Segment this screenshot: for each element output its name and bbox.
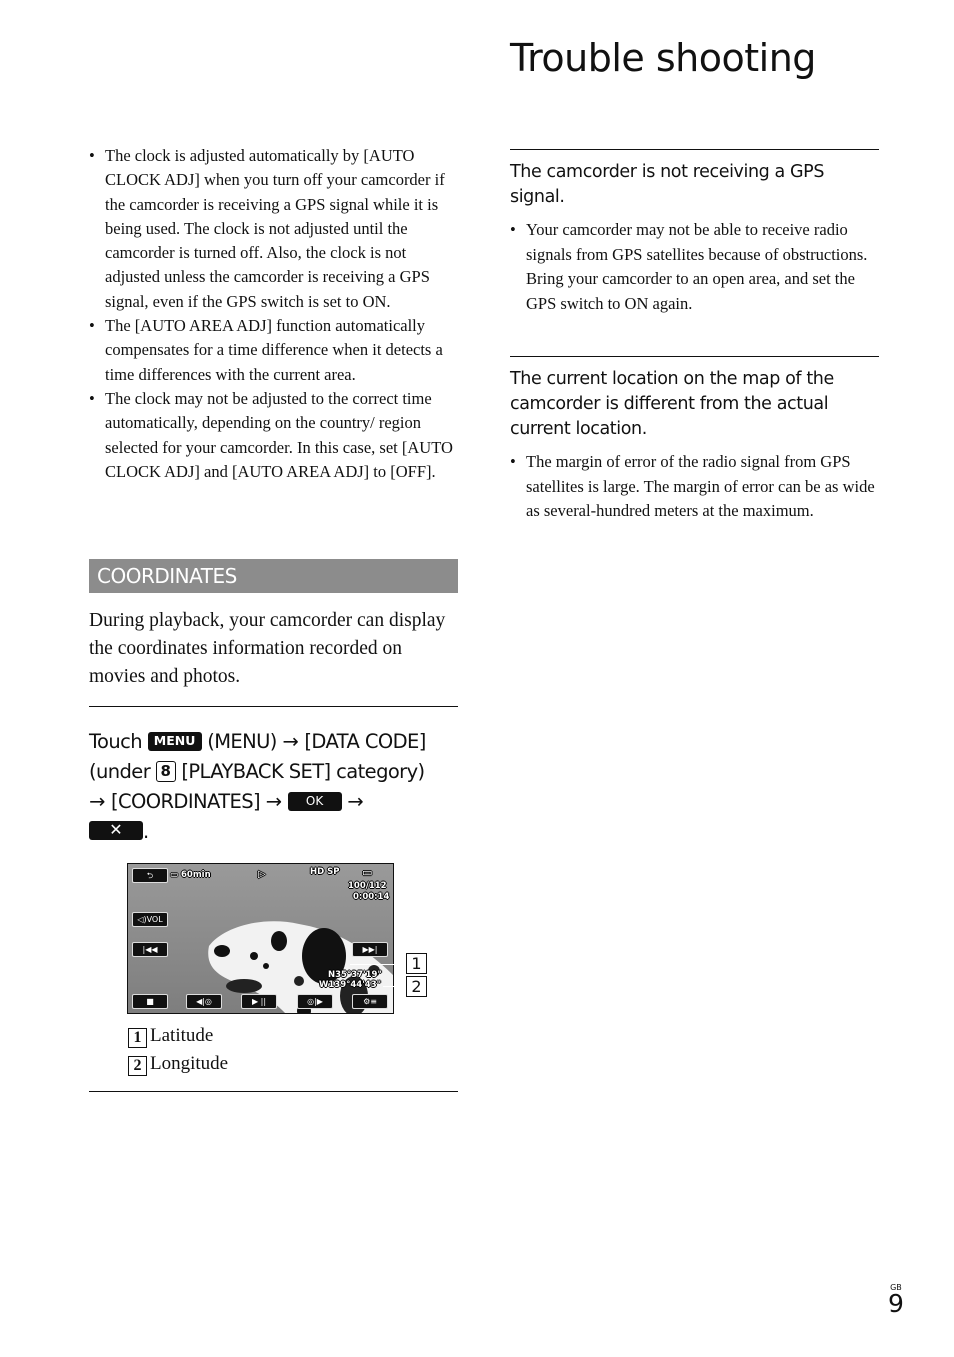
slow-forward-button: ◎|▶ (297, 994, 333, 1009)
battery-indicator: ▭ 60min (170, 870, 211, 880)
arrow-icon: → (282, 730, 299, 753)
legend-number-icon: 1 (128, 1028, 147, 1048)
divider (510, 356, 879, 357)
category-number-icon: 8 (155, 761, 176, 782)
coordinates-text: [COORDINATES] (110, 790, 261, 813)
period: . (143, 820, 149, 843)
play-status-icon: ▷ (258, 869, 266, 880)
legend-item: 1 Latitude (128, 1022, 228, 1050)
bullet-item: The clock may not be adjusted to the cor… (89, 387, 459, 484)
battery-icon: ▭ (170, 870, 181, 880)
elapsed-time: 0:00:14 (353, 892, 390, 902)
legend-item: 2 Longitude (128, 1050, 228, 1078)
section-heading: The current location on the map of the c… (510, 369, 834, 439)
next-button: ▶▶| (352, 942, 388, 957)
legend-number-icon: 2 (128, 1056, 147, 1076)
page-number: 9 (888, 1289, 904, 1318)
back-button: ⮌ (132, 868, 168, 883)
close-key-icon: ✕ (89, 821, 143, 840)
bullet-item: Your camcorder may not be able to receiv… (510, 218, 878, 316)
section-heading-coordinates: COORDINATES (89, 559, 458, 593)
play-pause-button: ▶ || (241, 994, 277, 1009)
volume-button: ◁)VOL (132, 912, 168, 927)
bullet-item: The clock is adjusted automatically by [… (89, 144, 459, 314)
section-heading: The camcorder is not receiving a GPS sig… (510, 162, 825, 207)
longitude-readout: W139°44'43" (319, 980, 382, 990)
callout-2: 2 (406, 976, 427, 997)
slow-reverse-button: ◀|◎ (186, 994, 222, 1009)
arrow-icon: → (347, 790, 364, 813)
bullet-item: The margin of error of the radio signal … (510, 450, 878, 524)
divider (89, 706, 458, 707)
file-counter: 100/112 (348, 881, 387, 891)
speaker-icon: ◁) (137, 915, 147, 924)
divider (510, 149, 879, 150)
under-text: (under (89, 760, 151, 783)
camcorder-screen-illustration: ⮌ ▭ 60min ▷ HD SP ▭ 100/112 0:00:14 ◁)VO… (127, 863, 394, 1014)
ok-key-icon: OK (287, 792, 342, 811)
callout-legend: 1 Latitude 2 Longitude (128, 1022, 228, 1078)
arrow-icon: → (89, 790, 106, 813)
battery-time: 60min (181, 870, 211, 880)
media-icon: ▭ (362, 866, 373, 879)
gps-signal-section: The camcorder is not receiving a GPS sig… (510, 160, 878, 316)
touch-text: Touch (89, 730, 143, 753)
page-number-block: GB 9 (888, 1283, 904, 1316)
stop-button: ■ (132, 994, 168, 1009)
bullet-item: The [AUTO AREA ADJ] function automatical… (89, 314, 459, 387)
quality-indicator: HD SP (310, 867, 340, 877)
clock-notes: The clock is adjusted automatically by [… (89, 144, 459, 484)
callout-leader-line (383, 986, 406, 987)
instruction-steps: Touch MENU (MENU) → [DATA CODE] (under 8… (89, 727, 461, 847)
menu-label: (MENU) (207, 730, 277, 753)
data-code-text: [DATA CODE] (304, 730, 426, 753)
option-button: ⚙≡ (352, 994, 388, 1009)
category-text: [PLAYBACK SET] category) (181, 760, 425, 783)
arrow-icon: → (265, 790, 282, 813)
coordinates-intro: During playback, your camcorder can disp… (89, 610, 446, 687)
callout-leader-line (350, 964, 406, 965)
divider (89, 1091, 458, 1092)
page-title: Trouble shooting (510, 36, 816, 80)
callout-1: 1 (406, 953, 427, 974)
menu-key-icon: MENU (147, 732, 202, 751)
previous-button: |◀◀ (132, 942, 168, 957)
location-error-section: The current location on the map of the c… (510, 367, 878, 524)
latitude-readout: N35°37'19" (328, 970, 382, 980)
